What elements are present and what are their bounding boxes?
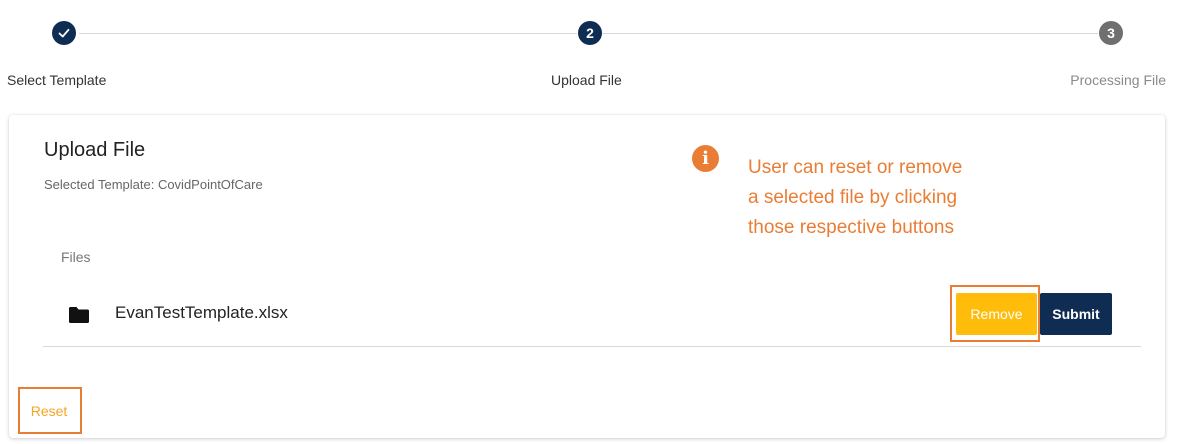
stepper-connector: [79, 33, 577, 34]
annotation-callout: User can reset or remove a selected file…: [748, 153, 1048, 243]
annotation-line: a selected file by clicking: [748, 187, 958, 208]
stepper-connector: [602, 33, 1098, 34]
remove-button[interactable]: Remove: [956, 293, 1037, 335]
reset-button[interactable]: Reset: [24, 395, 74, 427]
step-1-label: Select Template: [7, 72, 107, 88]
step-3-number[interactable]: 3: [1099, 21, 1123, 45]
check-icon: [58, 28, 70, 38]
submit-button[interactable]: Submit: [1040, 293, 1112, 335]
step-2-label: Upload File: [551, 72, 622, 88]
step-1-completed[interactable]: [52, 21, 76, 45]
step-2-number[interactable]: 2: [578, 21, 602, 45]
folder-icon: [69, 307, 89, 323]
card-title: Upload File: [44, 139, 146, 161]
annotation-line: User can reset or remove: [748, 157, 963, 178]
files-label: Files: [61, 249, 91, 265]
file-name: EvanTestTemplate.xlsx: [115, 303, 288, 322]
step-3-label: Processing File: [1070, 72, 1166, 88]
selected-template-text: Selected Template: CovidPointOfCare: [44, 177, 263, 192]
annotation-line: those respective buttons: [748, 217, 954, 238]
upload-wizard: 2 3 Select Template Upload File Processi…: [0, 0, 1183, 444]
upload-card: Upload File Selected Template: CovidPoin…: [9, 115, 1165, 438]
info-icon: i: [692, 145, 719, 172]
